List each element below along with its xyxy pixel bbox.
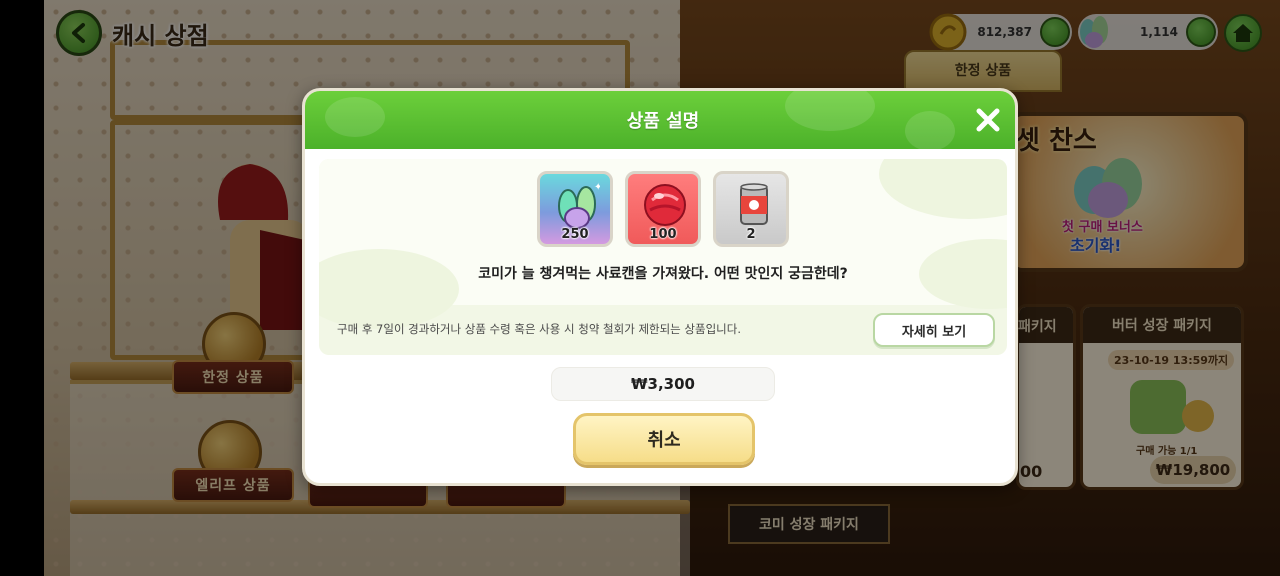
product-description-modal: 상품 설명 ✦ 250	[302, 88, 1018, 486]
crystal-icon: ✦	[558, 182, 600, 229]
details-button[interactable]: 자세히 보기	[873, 313, 995, 347]
product-description: 코미가 늘 챙겨먹는 사료캔을 가져왔다. 어떤 맛인지 궁금한데?	[478, 266, 848, 282]
item-pet-food-can[interactable]: 2	[713, 171, 789, 247]
item-red-gem[interactable]: 100	[625, 171, 701, 247]
item-quantity: 250	[561, 227, 589, 242]
item-quantity: 100	[649, 227, 677, 242]
red-gem-icon	[644, 184, 686, 226]
svg-text:✦: ✦	[594, 182, 600, 193]
close-button[interactable]	[971, 103, 1005, 137]
item-crystal[interactable]: ✦ 250	[537, 171, 613, 247]
product-content: ✦ 250 100 2	[319, 159, 1007, 355]
close-icon	[976, 108, 1000, 132]
price-display: ₩3,300	[551, 367, 775, 401]
item-quantity: 2	[746, 227, 756, 242]
pet-food-can-icon	[740, 183, 768, 225]
cancel-button[interactable]: 취소	[573, 413, 755, 465]
refund-notice: 구매 후 7일이 경과하거나 상품 수령 혹은 사용 시 청약 철회가 제한되는…	[337, 322, 741, 336]
modal-title: 상품 설명	[626, 111, 700, 132]
product-items-area: ✦ 250 100 2	[319, 159, 1007, 329]
